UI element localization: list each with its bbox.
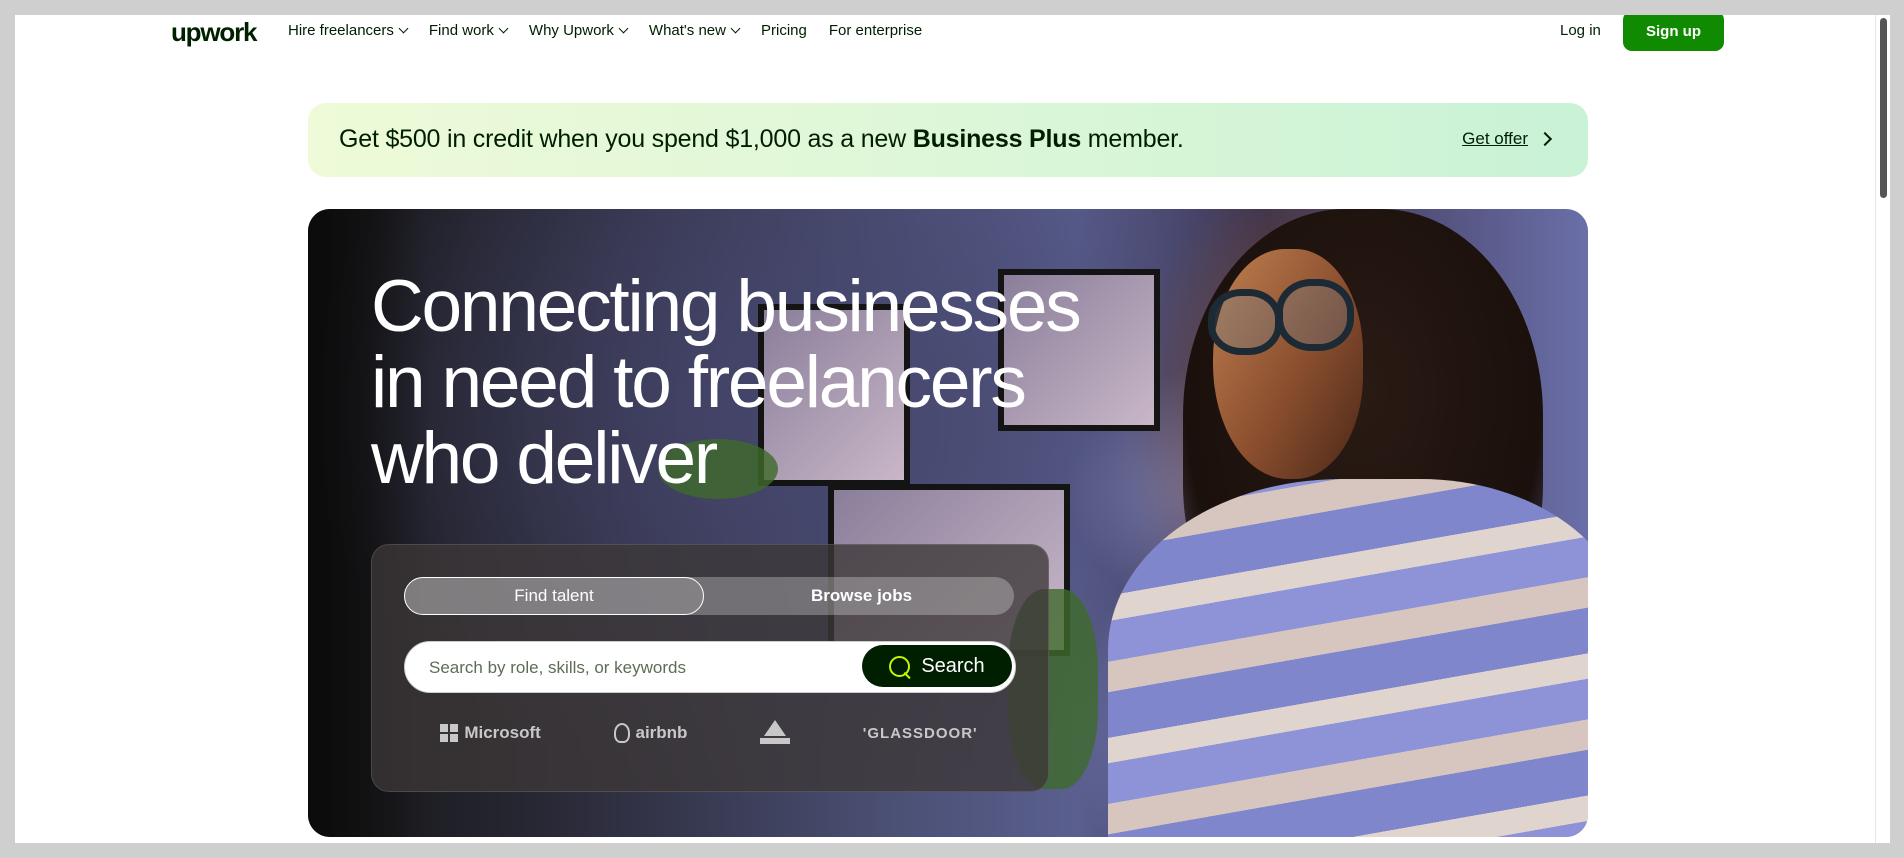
- get-offer-link[interactable]: Get offer: [1462, 129, 1553, 149]
- search-button[interactable]: Search: [862, 645, 1012, 687]
- tab-find-talent[interactable]: Find talent: [404, 577, 704, 615]
- upwork-logo[interactable]: upwork: [171, 17, 257, 48]
- brand-name: airbnb: [635, 723, 688, 742]
- get-offer-label: Get offer: [1462, 129, 1528, 148]
- brand-name: 'GLASSDOOR': [862, 724, 978, 742]
- bissell-icon: [760, 720, 791, 746]
- search-mode-toggle: Find talent Browse jobs: [404, 577, 1014, 615]
- airbnb-icon: [613, 723, 630, 743]
- chevron-down-icon: [498, 23, 509, 34]
- chevron-down-icon: [618, 23, 629, 34]
- scrollbar-thumb[interactable]: [1880, 18, 1887, 198]
- nav-hire-freelancers[interactable]: Hire freelancers: [288, 22, 409, 39]
- promo-text-start: Get $500 in credit when you spend $1,000…: [339, 125, 913, 153]
- login-link[interactable]: Log in: [1560, 22, 1601, 39]
- signup-button[interactable]: Sign up: [1623, 15, 1724, 51]
- chevron-down-icon: [730, 23, 741, 34]
- nav-find-work[interactable]: Find work: [428, 22, 509, 39]
- page-scrollbar[interactable]: [1875, 15, 1890, 843]
- nav-for-enterprise[interactable]: For enterprise: [829, 22, 922, 39]
- search-icon: [889, 656, 911, 680]
- chevron-right-icon: [1537, 131, 1553, 147]
- main-nav: Hire freelancers Find work Why Upwork Wh…: [288, 22, 944, 39]
- nav-item-label: Pricing: [760, 22, 807, 39]
- nav-pricing[interactable]: Pricing: [761, 22, 807, 39]
- browser-viewport: upwork Hire freelancers Find work Why Up…: [15, 15, 1890, 843]
- brand-name: Microsoft: [464, 723, 541, 742]
- promo-text-plan: Business Plus: [912, 125, 1082, 153]
- promo-text-end: member.: [1081, 125, 1184, 153]
- photo-person-sweater: [1108, 479, 1588, 837]
- nav-item-label: Why Upwork: [528, 22, 614, 39]
- nav-item-label: For enterprise: [828, 22, 923, 39]
- search-card: Find talent Browse jobs Search Microsoft…: [371, 544, 1049, 792]
- search-input[interactable]: [427, 642, 851, 694]
- glassdoor-logo: 'GLASSDOOR': [863, 725, 978, 742]
- airbnb-logo: airbnb: [613, 723, 688, 743]
- hero-title-line: Connecting businesses: [371, 266, 1082, 347]
- tab-browse-jobs[interactable]: Browse jobs: [709, 577, 1014, 615]
- nav-item-label: Find work: [428, 22, 494, 39]
- photo-glasses-lens: [1208, 289, 1282, 355]
- nav-item-label: What's new: [648, 22, 726, 39]
- nav-whats-new[interactable]: What's new: [648, 22, 741, 39]
- promo-text: Get $500 in credit when you spend $1,000…: [339, 125, 1184, 154]
- hero-title: Connecting businesses in need to freelan…: [371, 266, 1082, 499]
- hero-title-line: who deliver: [371, 418, 718, 499]
- bissell-logo: [760, 720, 791, 746]
- hero-section: Connecting businesses in need to freelan…: [308, 209, 1588, 837]
- photo-person-face: [1213, 249, 1363, 479]
- search-box: Search: [404, 641, 1016, 694]
- photo-glasses-lens: [1276, 279, 1354, 351]
- microsoft-logo: Microsoft: [440, 723, 541, 743]
- hero-title-line: in need to freelancers: [371, 342, 1027, 423]
- search-button-label: Search: [921, 654, 985, 677]
- microsoft-icon: [440, 724, 459, 742]
- chevron-down-icon: [398, 23, 409, 34]
- nav-item-label: Hire freelancers: [288, 22, 394, 39]
- nav-why-upwork[interactable]: Why Upwork: [528, 22, 629, 39]
- trusted-by-logos: Microsoft airbnb 'GLASSDOOR': [404, 713, 1014, 753]
- promo-banner: Get $500 in credit when you spend $1,000…: [308, 103, 1588, 177]
